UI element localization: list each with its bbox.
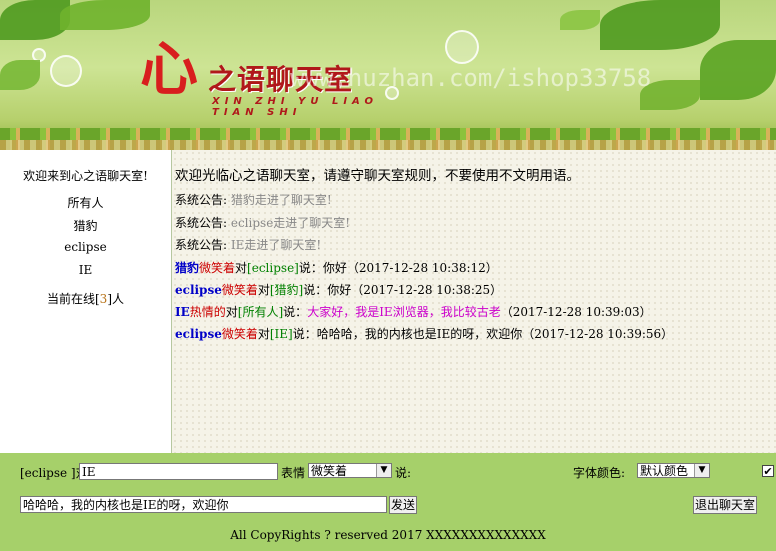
message-expression: 热情的 [189,305,226,319]
system-notice: 系统公告: IE走进了聊天室! [175,236,321,253]
chat-welcome: 欢迎光临心之语聊天室，请遵守聊天室规则，不要使用不文明用语。 [175,168,580,184]
chat-message: 猎豹微笑着对[eclipse]说：你好（2017-12-28 10:38:12） [175,259,498,276]
notice-prefix: 系统公告: [175,193,231,207]
font-color-select-value: 默认颜色 [640,464,689,478]
watermark: www.huzhan.com/ishop33758 [290,64,652,92]
message-text: 哈哈哈，我的内核也是IE的呀，欢迎你 [316,327,523,341]
message-expression: 微笑着 [221,327,258,341]
bubble-decoration [445,30,479,64]
exit-chat-button[interactable]: 退出聊天室 [693,496,757,514]
online-suffix: ]人 [107,292,124,306]
system-notice: 系统公告: eclipse走进了聊天室! [175,214,350,231]
font-color-label: 字体颜色: [573,466,626,480]
message-target[interactable]: [eclipse] [247,261,299,275]
message-time: （2017-12-28 10:38:12） [346,261,498,275]
bubble-decoration [50,55,82,87]
copyright-text: All CopyRights ? reserved 2017 XXXXXXXXX… [230,528,546,542]
message-time: （2017-12-28 10:39:56） [522,327,674,341]
system-notice: 系统公告: 猎豹走进了聊天室! [175,191,332,208]
message-time: （2017-12-28 10:38:25） [351,283,503,297]
header-banner: 心 之语聊天室 XIN ZHI YU LIAO TIAN SHI www.huz… [0,0,776,150]
chat-log: 欢迎光临心之语聊天室，请遵守聊天室规则，不要使用不文明用语。 系统公告: 猎豹走… [172,150,776,453]
chat-message: IE热情的对[所有人]说：大家好，我是IE浏览器，我比较古老（2017-12-2… [175,303,652,320]
notice-text: IE走进了聊天室! [230,238,322,252]
message-sender[interactable]: eclipse [175,327,222,341]
leaf-decoration [600,0,720,50]
user-sidebar: 欢迎来到心之语聊天室! 所有人 猎豹 eclipse IE 当前在线[3]人 [0,150,172,453]
expression-select-value: 微笑着 [311,464,348,478]
chevron-down-icon: ▼ [376,464,391,477]
message-text: 你好 [322,261,347,275]
online-count-label: 当前在线[3]人 [0,290,171,307]
sender-label: [eclipse ]对 [20,466,88,480]
leaf-decoration [560,10,600,30]
message-time: （2017-12-28 10:39:03） [500,305,652,319]
message-text: 大家好，我是IE浏览器，我比较古老 [307,305,501,319]
leaf-decoration [700,40,776,100]
input-panel: [eclipse ]对 表情 微笑着 ▼ 说: 字体颜色: 默认颜色 ▼ ✔ 发… [0,453,776,551]
user-item-ie[interactable]: IE [0,263,171,277]
expression-label: 表情 [281,466,306,480]
say-label: 说: [395,466,412,480]
message-text: 你好 [327,283,352,297]
message-sender[interactable]: 猎豹 [175,261,199,275]
notice-prefix: 系统公告: [175,238,231,252]
chat-message: eclipse微笑着对[IE]说：哈哈哈，我的内核也是IE的呀，欢迎你（2017… [175,325,673,342]
message-target[interactable]: [所有人] [238,305,283,319]
sidebar-welcome: 欢迎来到心之语聊天室! [23,169,148,183]
check-icon: ✔ [763,465,773,478]
message-say: 说： [298,261,323,275]
message-target[interactable]: [IE] [270,327,293,341]
message-sender[interactable]: eclipse [175,283,222,297]
message-say: 说： [283,305,308,319]
message-say: 说： [292,327,317,341]
leaf-decoration [60,0,150,30]
message-sender[interactable]: IE [175,305,190,319]
logo-pinyin: XIN ZHI YU LIAO TIAN SHI [212,96,378,118]
leaf-decoration [0,60,40,90]
online-prefix: 当前在线[ [46,292,100,306]
user-item-liebao[interactable]: 猎豹 [0,217,171,234]
expression-select[interactable]: 微笑着 ▼ [308,463,392,478]
notice-text: 猎豹走进了聊天室! [230,193,332,207]
chevron-down-icon: ▼ [694,464,709,477]
message-to-word: 对 [257,327,270,341]
message-expression: 微笑着 [221,283,258,297]
notice-text: eclipse走进了聊天室! [230,216,351,230]
notice-prefix: 系统公告: [175,216,231,230]
user-item-all[interactable]: 所有人 [0,194,171,211]
chat-message: eclipse微笑着对[猎豹]说：你好（2017-12-28 10:38:25） [175,281,502,298]
scroll-lock-checkbox[interactable]: ✔ [762,465,774,477]
message-to-word: 对 [235,261,248,275]
vine-border-lower [0,140,776,150]
user-item-eclipse[interactable]: eclipse [0,240,171,254]
message-say: 说： [303,283,328,297]
font-color-select[interactable]: 默认颜色 ▼ [637,463,710,478]
message-to-word: 对 [225,305,238,319]
message-input[interactable] [20,496,387,513]
logo-heart-char: 心 [140,35,199,103]
message-to-word: 对 [257,283,270,297]
target-user-input[interactable] [79,463,278,480]
send-button[interactable]: 发送 [389,496,417,514]
message-expression: 微笑着 [199,261,236,275]
message-target[interactable]: [猎豹] [270,283,303,297]
